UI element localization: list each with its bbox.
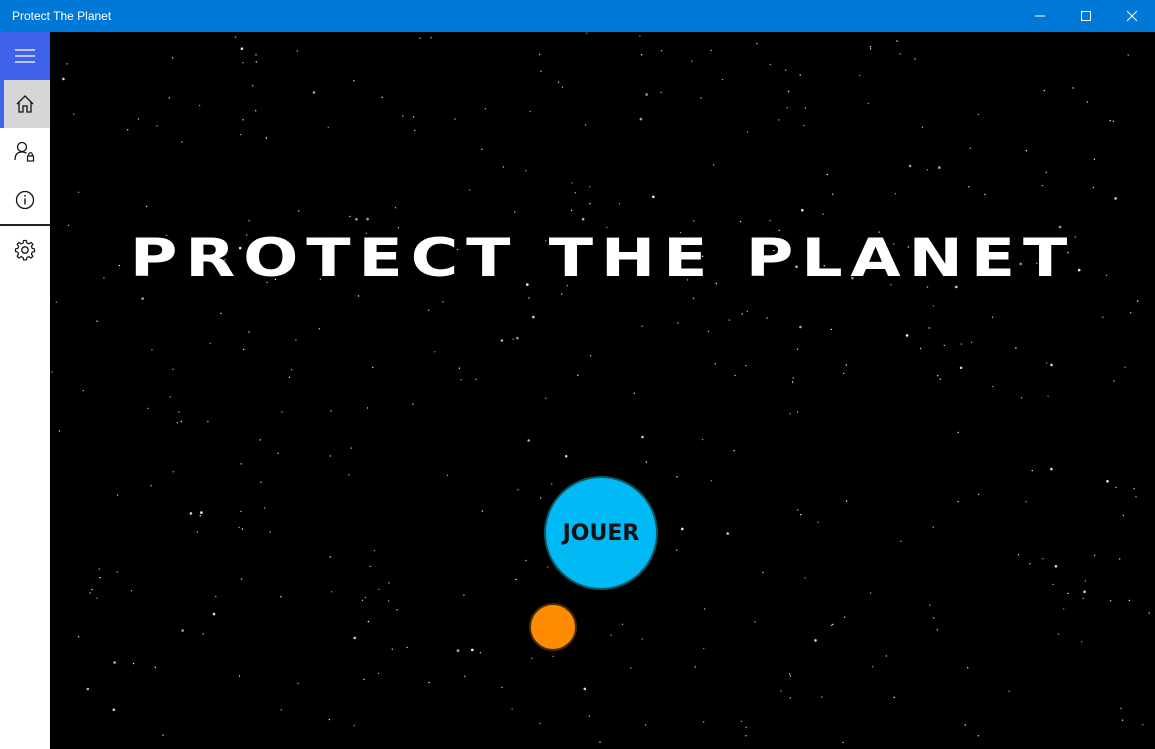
- stars: [51, 32, 1150, 744]
- nav-item-home[interactable]: [0, 80, 50, 128]
- play-button-label: JOUER: [562, 520, 640, 546]
- minimize-icon: [1035, 15, 1045, 17]
- close-button[interactable]: [1109, 0, 1155, 32]
- close-icon: [1127, 11, 1137, 21]
- orange-planet: [529, 603, 577, 651]
- game-title: PROTECT THE PLANET: [129, 227, 1076, 289]
- navigation-pane: [0, 32, 50, 749]
- window-title: Protect The Planet: [12, 9, 112, 23]
- title-bar: Protect The Planet: [0, 0, 1155, 32]
- minimize-button[interactable]: [1017, 0, 1063, 32]
- nav-item-profile[interactable]: [0, 128, 50, 176]
- maximize-button[interactable]: [1063, 0, 1109, 32]
- hamburger-menu-icon: [15, 49, 35, 63]
- home-icon: [16, 95, 34, 113]
- hamburger-menu-button[interactable]: [0, 32, 50, 80]
- starfield-background: [50, 32, 1155, 749]
- info-icon: [15, 190, 35, 210]
- nav-item-info[interactable]: [0, 176, 50, 224]
- selected-indicator: [0, 80, 4, 128]
- maximize-icon: [1081, 11, 1091, 21]
- user-lock-icon: [14, 141, 35, 162]
- play-button[interactable]: JOUER: [544, 476, 658, 590]
